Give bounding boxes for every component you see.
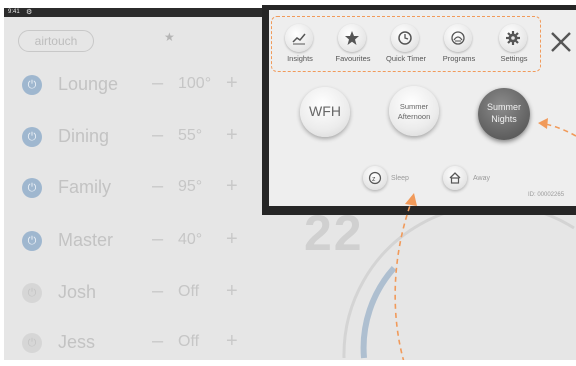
svg-text:z: z	[372, 176, 376, 183]
sleep-button[interactable]: z	[363, 166, 387, 190]
room-temp: 95°	[178, 178, 203, 195]
room-name: Dining	[58, 126, 110, 146]
plus-button[interactable]: +	[226, 175, 238, 198]
gear-icon: ⚙	[26, 9, 33, 16]
power-icon[interactable]: ⏻	[22, 231, 42, 251]
power-icon[interactable]: ⏻	[22, 333, 42, 353]
scene-summer-nights-line1: Summer	[486, 102, 521, 112]
room-row-jess[interactable]: ⏻ Jess – Off +	[16, 330, 256, 358]
power-icon[interactable]: ⏻	[22, 75, 42, 95]
room-name: Lounge	[58, 74, 119, 94]
room-temp: 40°	[178, 231, 203, 248]
room-temp: 100°	[178, 75, 212, 92]
plus-button[interactable]: +	[226, 228, 238, 251]
room-temp: Off	[178, 283, 200, 300]
room-name: Master	[58, 230, 114, 250]
away-label: Away	[473, 175, 490, 182]
power-icon[interactable]: ⏻	[22, 127, 42, 147]
scene-summer-afternoon-button[interactable]: Summer Afternoon	[389, 86, 439, 136]
device-id: ID: 00002265	[528, 192, 565, 198]
minus-button[interactable]: –	[152, 330, 163, 353]
scene-wfh-button[interactable]: WFH	[300, 87, 350, 137]
minus-button[interactable]: –	[152, 124, 163, 147]
sleep-label: Sleep	[391, 175, 409, 182]
plus-button[interactable]: +	[226, 280, 238, 303]
room-name: Jess	[58, 332, 96, 352]
minus-button[interactable]: –	[152, 72, 163, 95]
power-icon[interactable]: ⏻	[22, 178, 42, 198]
room-name: Family	[58, 177, 111, 197]
scene-summer-afternoon-line1: Summer	[399, 102, 429, 111]
status-time: 9:41	[8, 9, 20, 15]
power-icon[interactable]: ⏻	[22, 283, 42, 303]
room-name: Josh	[58, 282, 97, 302]
scene-summer-nights-line2: Nights	[491, 114, 517, 124]
plus-button[interactable]: +	[226, 72, 238, 95]
sleep-icon: z	[368, 171, 382, 185]
room-temp: Off	[178, 333, 200, 350]
minus-button[interactable]: –	[152, 175, 163, 198]
room-row-josh[interactable]: ⏻ Josh – Off +	[16, 280, 256, 308]
away-button[interactable]	[443, 166, 467, 190]
away-icon	[449, 172, 461, 184]
scene-summer-afternoon-line2: Afternoon	[397, 112, 431, 121]
room-row-lounge[interactable]: ⏻ Lounge – 100° +	[16, 72, 256, 100]
room-row-dining[interactable]: ⏻ Dining – 55° +	[16, 124, 256, 152]
room-row-master[interactable]: ⏻ Master – 40° +	[16, 228, 256, 256]
plus-button[interactable]: +	[226, 330, 238, 353]
minus-button[interactable]: –	[152, 280, 163, 303]
scene-summer-nights-button[interactable]: Summer Nights	[478, 88, 530, 140]
plus-button[interactable]: +	[226, 124, 238, 147]
star-icon[interactable]: ★	[164, 30, 175, 44]
close-button[interactable]	[549, 30, 573, 54]
minus-button[interactable]: –	[152, 228, 163, 251]
close-icon	[551, 32, 571, 52]
room-row-family[interactable]: ⏻ Family – 95° +	[16, 175, 256, 203]
scene-wfh-label: WFH	[309, 103, 341, 119]
toolbar-highlight	[271, 16, 541, 72]
airtouch-logo: airtouch	[18, 30, 94, 52]
room-temp: 55°	[178, 127, 203, 144]
page-bottom-margin	[0, 360, 576, 366]
